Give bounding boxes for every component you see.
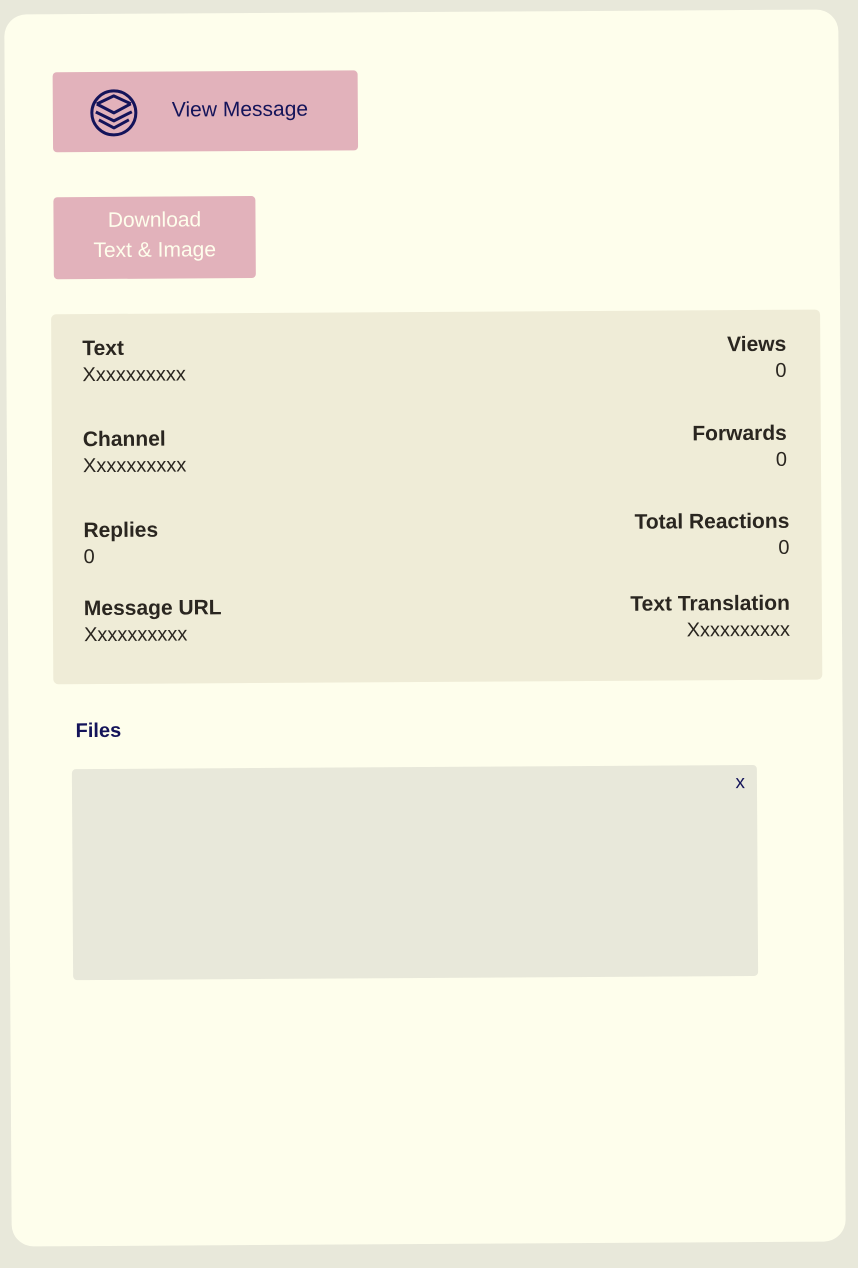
files-heading: Files — [75, 719, 122, 743]
total-reactions-field: Total Reactions 0 — [634, 509, 789, 562]
total-reactions-value: 0 — [778, 536, 790, 559]
message-card: View Message Download Text & Image Text … — [4, 9, 846, 1247]
replies-field: Replies 0 — [83, 518, 158, 570]
forwards-label: Forwards — [692, 421, 787, 446]
download-label-line2: Text & Image — [93, 238, 217, 263]
views-field: Views 0 — [727, 332, 786, 384]
replies-value: 0 — [83, 546, 95, 569]
message-url-field: Message URL Xxxxxxxxxx — [84, 595, 222, 648]
views-label: Views — [727, 332, 787, 357]
text-label: Text — [82, 336, 124, 361]
close-icon[interactable]: x — [735, 772, 745, 793]
text-field: Text Xxxxxxxxxx — [82, 335, 186, 388]
views-value: 0 — [775, 359, 787, 382]
forwards-field: Forwards 0 — [692, 421, 787, 474]
download-label-line1: Download — [107, 208, 202, 232]
channel-label: Channel — [82, 427, 166, 452]
message-url-value: Xxxxxxxxxx — [83, 623, 188, 647]
message-info-panel: Text Xxxxxxxxxx Views 0 Channel Xxxxxxxx… — [51, 309, 823, 685]
view-message-button[interactable]: View Message — [52, 70, 359, 153]
channel-value: Xxxxxxxxxx — [82, 454, 187, 478]
text-translation-field: Text Translation Xxxxxxxxxx — [630, 591, 790, 644]
text-translation-value: Xxxxxxxxxx — [686, 618, 791, 642]
forwards-value: 0 — [775, 448, 788, 471]
message-url-label: Message URL — [83, 596, 222, 621]
files-dropzone[interactable]: x — [71, 764, 759, 981]
total-reactions-label: Total Reactions — [634, 509, 790, 534]
download-text-image-button[interactable]: Download Text & Image — [53, 196, 256, 280]
text-value: Xxxxxxxxxx — [82, 363, 186, 387]
layers-icon — [90, 89, 138, 137]
channel-field: Channel Xxxxxxxxxx — [83, 426, 187, 479]
text-translation-label: Text Translation — [630, 591, 790, 616]
replies-label: Replies — [83, 518, 159, 543]
view-message-label: View Message — [171, 97, 309, 122]
